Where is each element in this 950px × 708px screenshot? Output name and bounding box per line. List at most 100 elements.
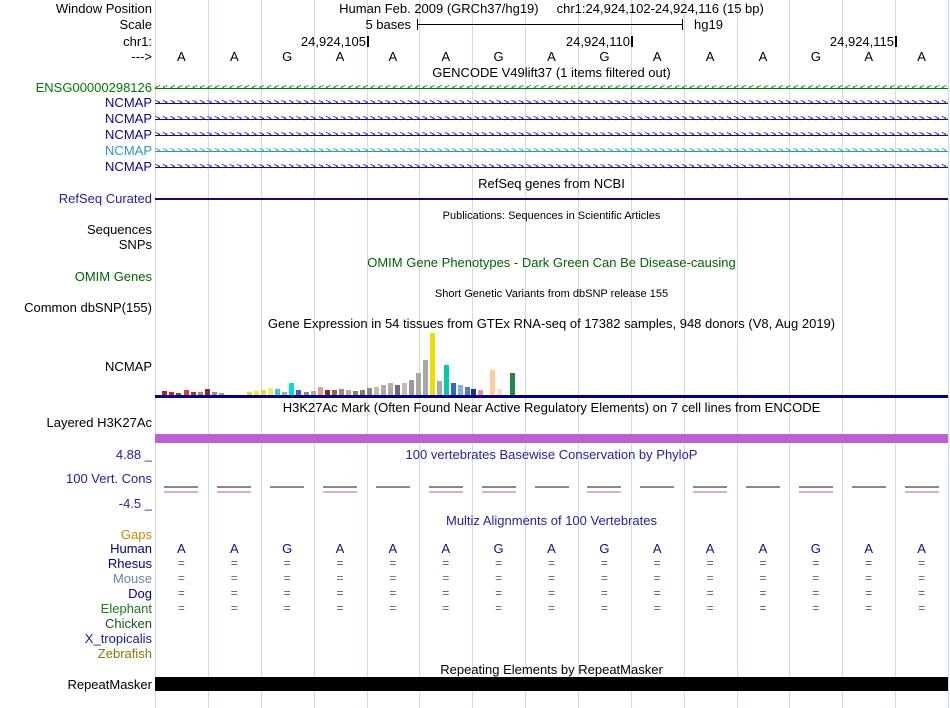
alignment-match-rhesus: = <box>594 557 615 570</box>
alignment-match-dog: = <box>488 587 509 600</box>
alignment-match-rhesus: = <box>277 557 298 570</box>
phylop-min-value: -4.5 _ <box>0 497 152 511</box>
track-title-dbsnp: Short Genetic Variants from dbSNP releas… <box>155 287 948 301</box>
alignment-match-rhesus: = <box>647 557 668 570</box>
gene-item-ncmap[interactable]: >>>>>>>>>>>>>>>>>>>>>>>>>>>>>>>>>>>>>>>>… <box>155 113 948 126</box>
gene-item-ensg00000298126[interactable]: <<<<<<<<<<<<<<<<<<<<<<<<<<<<<<<<<<<<<<<<… <box>155 82 948 95</box>
aligned-base-human: G <box>277 542 298 555</box>
track-title-repeatmasker: Repeating Elements by RepeatMasker <box>155 663 948 677</box>
label-scale: Scale <box>0 18 152 32</box>
alignment-match-elephant: = <box>911 602 932 615</box>
track-label-repeatmasker[interactable]: RepeatMasker <box>0 678 152 692</box>
aligned-base-human: A <box>647 542 668 555</box>
species-label-elephant[interactable]: Elephant <box>0 602 152 616</box>
ruler-coordinate: 24,924,110 <box>540 35 630 48</box>
track-label-layered-h3k27ac[interactable]: Layered H3K27Ac <box>0 416 152 430</box>
gtex-tissue-bar <box>451 383 456 395</box>
ruler-base: A <box>700 50 721 63</box>
right-strand-arrows: >>>>>>>>>>>>>>>>>>>>>>>>>>>>>>>>>>>>>>>>… <box>155 97 948 110</box>
ruler-base: A <box>382 50 403 63</box>
species-label-human[interactable]: Human <box>0 542 152 556</box>
phylop-negative-mark <box>799 491 833 493</box>
phylop-positive-mark <box>587 486 621 488</box>
phylop-positive-mark <box>535 486 569 488</box>
gtex-tissue-bar <box>416 373 421 395</box>
gtex-tissue-bar <box>289 383 294 395</box>
gene-item-ncmap[interactable]: >>>>>>>>>>>>>>>>>>>>>>>>>>>>>>>>>>>>>>>>… <box>155 145 948 158</box>
species-label-zebrafish[interactable]: Zebrafish <box>0 647 152 661</box>
phylop-positive-mark <box>164 486 198 488</box>
phylop-positive-mark <box>217 486 251 488</box>
species-label-x-tropicalis[interactable]: X_tropicalis <box>0 632 152 646</box>
gtex-tissue-bar <box>444 365 449 395</box>
ruler-base: G <box>488 50 509 63</box>
refseq-curated-item[interactable] <box>155 198 948 200</box>
species-label-dog[interactable]: Dog <box>0 587 152 601</box>
track-label-ncmap-3[interactable]: NCMAP <box>0 128 152 142</box>
species-label-rhesus[interactable]: Rhesus <box>0 557 152 571</box>
gene-item-ncmap[interactable]: >>>>>>>>>>>>>>>>>>>>>>>>>>>>>>>>>>>>>>>>… <box>155 129 948 142</box>
alignment-match-rhesus: = <box>330 557 351 570</box>
species-label-chicken[interactable]: Chicken <box>0 617 152 631</box>
gtex-tissue-bar <box>465 387 470 395</box>
multiz-row-label-gaps[interactable]: Gaps <box>0 528 152 542</box>
track-label-ncmap-4[interactable]: NCMAP <box>0 144 152 158</box>
track-label-ncmap-2[interactable]: NCMAP <box>0 112 152 126</box>
gtex-tissue-bar <box>374 387 379 395</box>
aligned-base-human: G <box>805 542 826 555</box>
track-title-publications: Publications: Sequences in Scientific Ar… <box>155 209 948 223</box>
ruler-base: A <box>911 50 932 63</box>
track-label-refseq-curated[interactable]: RefSeq Curated <box>0 192 152 206</box>
gtex-tissue-bar <box>268 388 273 395</box>
track-label-100-vert-cons[interactable]: 100 Vert. Cons <box>0 472 152 486</box>
alignment-match-elephant: = <box>647 602 668 615</box>
layered-h3k27ac-bar[interactable] <box>155 434 948 443</box>
phylop-negative-mark <box>482 491 516 493</box>
gtex-tissue-bar <box>381 385 386 395</box>
track-label-ncmap-5[interactable]: NCMAP <box>0 160 152 174</box>
alignment-match-mouse: = <box>171 572 192 585</box>
alignment-match-mouse: = <box>753 572 774 585</box>
gene-item-ncmap[interactable]: >>>>>>>>>>>>>>>>>>>>>>>>>>>>>>>>>>>>>>>>… <box>155 161 948 174</box>
track-label-omim-genes[interactable]: OMIM Genes <box>0 270 152 284</box>
repeatmasker-bar[interactable] <box>155 677 948 691</box>
ruler-base: A <box>224 50 245 63</box>
aligned-base-human: A <box>330 542 351 555</box>
alignment-match-dog: = <box>647 587 668 600</box>
aligned-base-human: A <box>700 542 721 555</box>
track-label-snps[interactable]: SNPs <box>0 238 152 252</box>
alignment-match-elephant: = <box>277 602 298 615</box>
species-label-mouse[interactable]: Mouse <box>0 572 152 586</box>
ruler-base: A <box>541 50 562 63</box>
label-chromosome: chr1: <box>0 35 152 49</box>
ruler-base: G <box>594 50 615 63</box>
aligned-base-human: A <box>435 542 456 555</box>
gene-item-ncmap[interactable]: >>>>>>>>>>>>>>>>>>>>>>>>>>>>>>>>>>>>>>>>… <box>155 97 948 110</box>
assembly-name: hg19 <box>694 18 723 31</box>
gtex-tissue-bar <box>318 387 323 395</box>
alignment-match-rhesus: = <box>700 557 721 570</box>
track-label-ensg00000298126[interactable]: ENSG00000298126 <box>0 81 152 95</box>
phylop-positive-mark <box>905 486 939 488</box>
alignment-match-rhesus: = <box>805 557 826 570</box>
track-label-sequences[interactable]: Sequences <box>0 223 152 237</box>
alignment-match-mouse: = <box>382 572 403 585</box>
ruler-tick-mark <box>631 36 633 47</box>
ruler-base: A <box>171 50 192 63</box>
ruler-tick-mark <box>895 36 897 47</box>
right-strand-arrows: >>>>>>>>>>>>>>>>>>>>>>>>>>>>>>>>>>>>>>>>… <box>155 129 948 142</box>
alignment-match-elephant: = <box>330 602 351 615</box>
gtex-tissue-bar <box>437 381 442 395</box>
alignment-match-mouse: = <box>224 572 245 585</box>
phylop-negative-mark <box>164 491 198 493</box>
track-label-gtex-gene[interactable]: NCMAP <box>0 360 152 374</box>
gtex-tissue-bar <box>423 360 428 395</box>
alignment-match-dog: = <box>858 587 879 600</box>
track-label-common-dbsnp[interactable]: Common dbSNP(155) <box>0 301 152 315</box>
alignment-match-rhesus: = <box>435 557 456 570</box>
alignment-match-elephant: = <box>753 602 774 615</box>
label-strand-direction: ---> <box>0 50 152 64</box>
alignment-match-dog: = <box>224 587 245 600</box>
track-label-ncmap-1[interactable]: NCMAP <box>0 96 152 110</box>
phylop-negative-mark <box>323 491 357 493</box>
